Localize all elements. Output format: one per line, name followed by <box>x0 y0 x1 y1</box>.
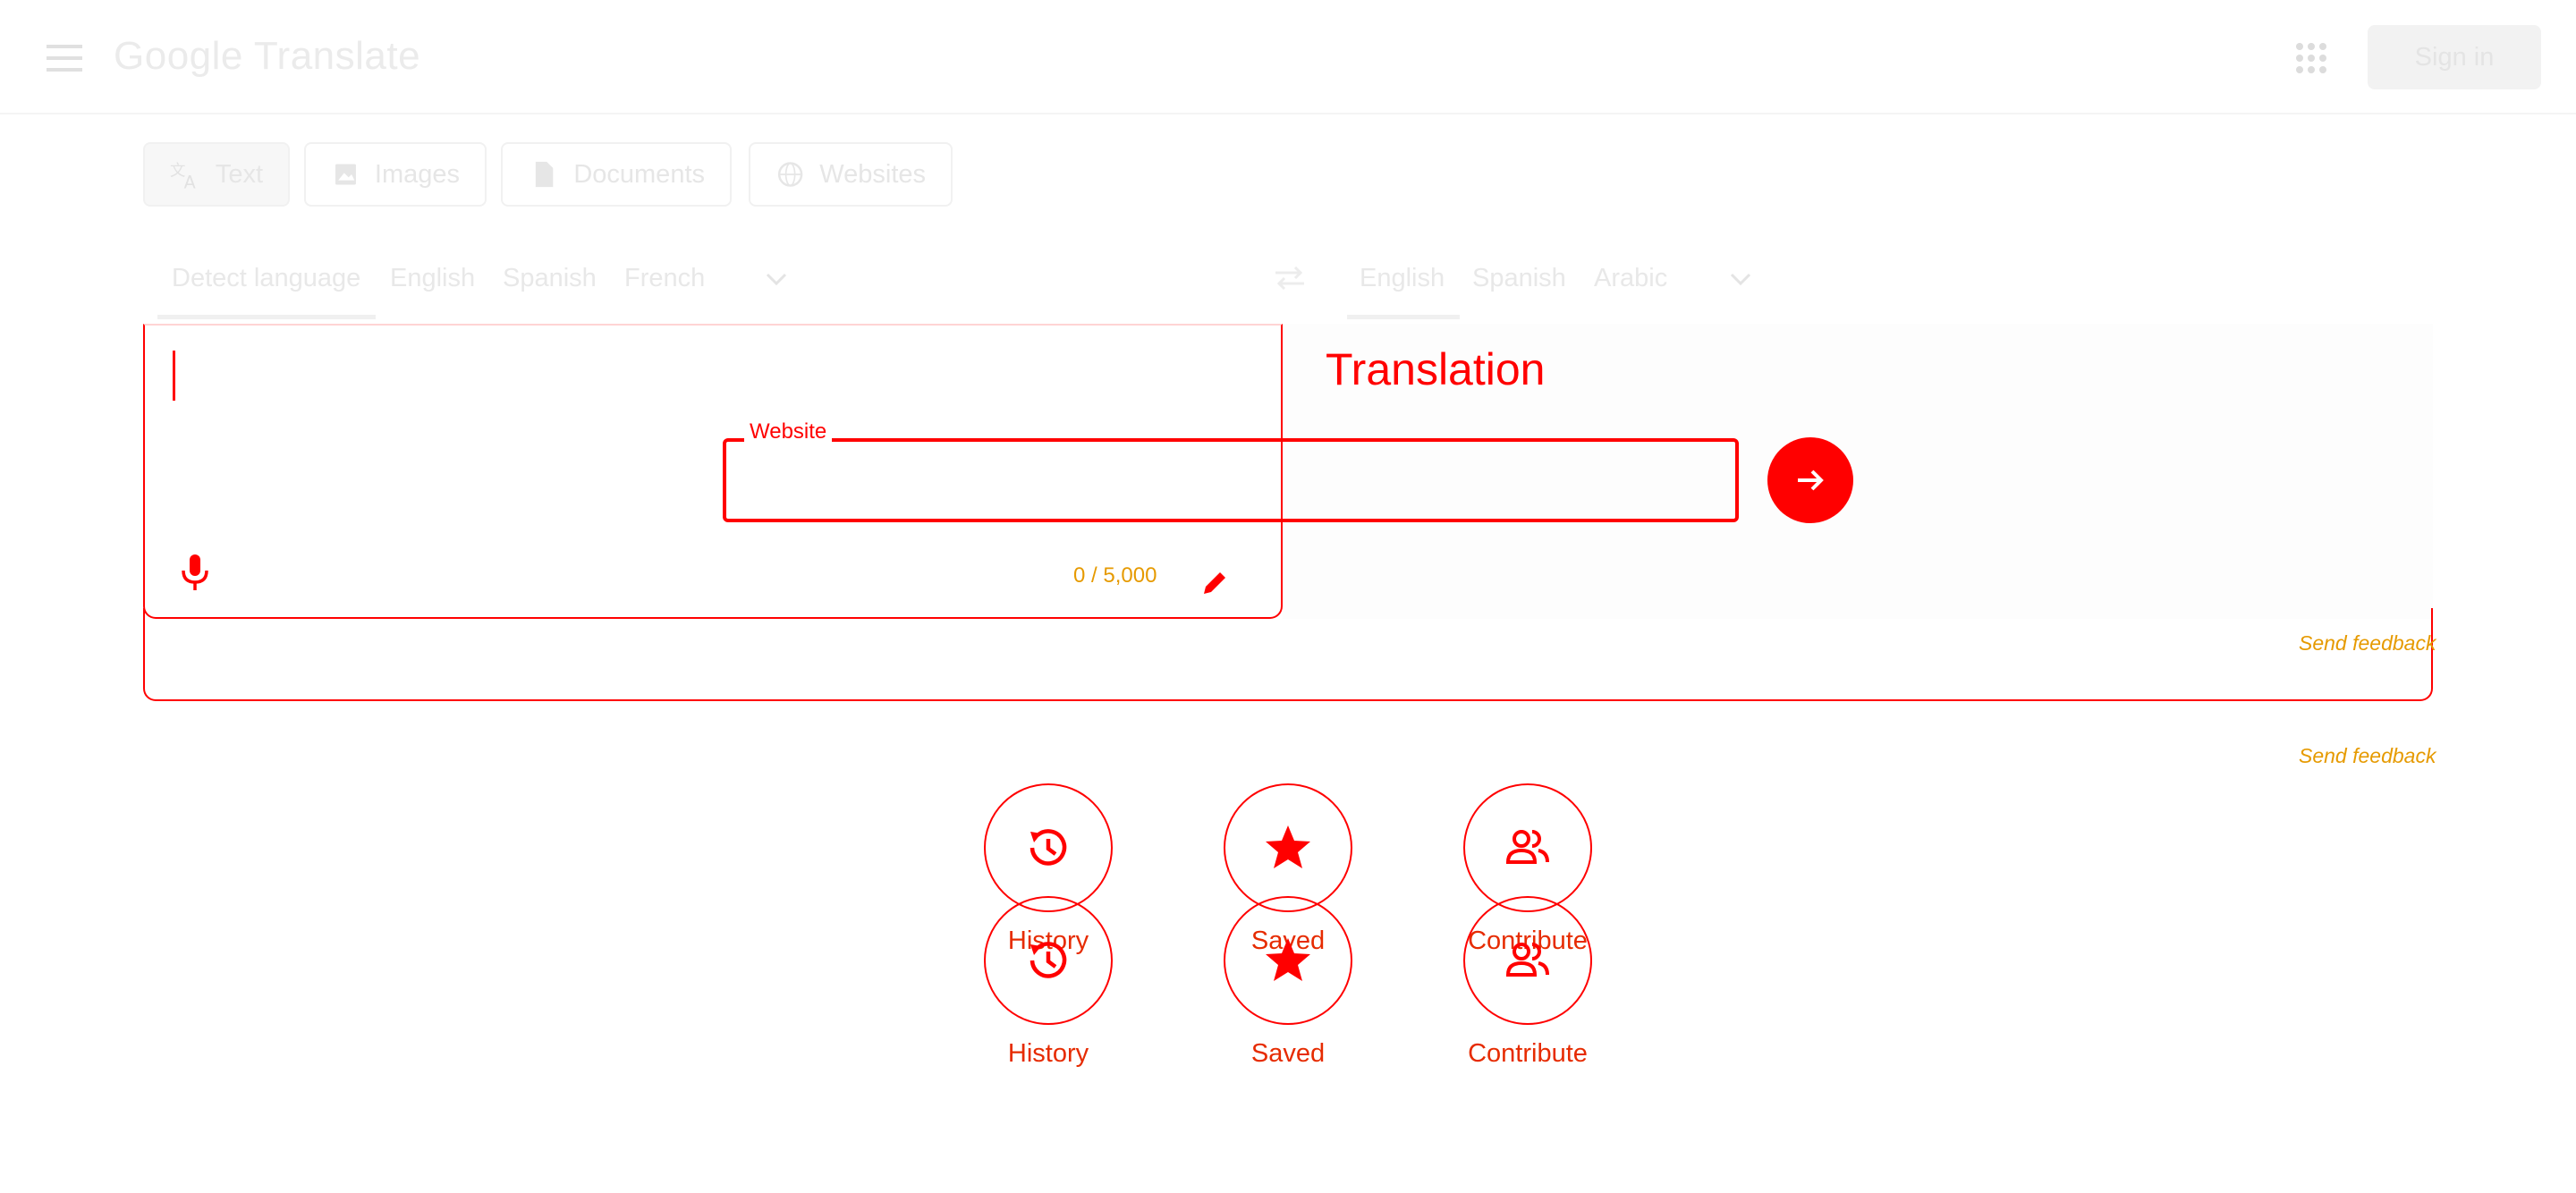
arrow-right-icon <box>1798 470 1824 491</box>
translate-website-button[interactable] <box>1767 437 1853 523</box>
translation-area-outline <box>143 608 2433 701</box>
source-lang-spanish[interactable]: Spanish <box>503 264 597 293</box>
star-icon <box>1266 938 1310 981</box>
target-lang-spanish[interactable]: Spanish <box>1472 264 1566 293</box>
microphone-icon[interactable] <box>177 553 213 592</box>
app-logo[interactable]: Google Translate <box>114 34 420 79</box>
saved-label-secondary: Saved <box>1250 1039 1326 1068</box>
people-icon <box>1505 943 1549 977</box>
contribute-label-secondary: Contribute <box>1468 1039 1588 1068</box>
history-label-secondary: History <box>1007 1039 1089 1068</box>
translation-placeholder: Translation <box>1326 344 1546 394</box>
translate-icon: 文 A <box>170 163 196 192</box>
tab-text-label: Text <box>215 159 263 189</box>
tab-text[interactable]: 文 A Text <box>143 142 290 207</box>
saved-button[interactable] <box>1224 783 1352 912</box>
image-icon <box>335 164 356 185</box>
sign-in-button[interactable]: Sign in <box>2368 25 2541 89</box>
tab-images-label: Images <box>374 159 460 189</box>
tab-documents[interactable]: Documents <box>501 142 732 207</box>
people-icon <box>1505 830 1549 864</box>
pen-icon[interactable] <box>1199 567 1231 599</box>
history-button-secondary[interactable] <box>984 896 1113 1025</box>
target-lang-english[interactable]: English <box>1360 264 1445 293</box>
target-lang-arabic[interactable]: Arabic <box>1594 264 1667 293</box>
tab-documents-label: Documents <box>573 159 705 189</box>
saved-button-secondary[interactable] <box>1224 896 1352 1025</box>
contribute-button[interactable] <box>1463 783 1592 912</box>
target-lang-active-underline <box>1347 315 1460 319</box>
source-lang-english[interactable]: English <box>390 264 475 293</box>
top-bar: Google Translate Sign in <box>0 0 2576 114</box>
website-field-label: Website <box>744 419 833 444</box>
hamburger-menu-icon[interactable] <box>47 45 82 72</box>
swap-languages-icon[interactable] <box>1274 265 1306 292</box>
send-feedback-link-secondary[interactable]: Send feedback <box>2299 744 2436 768</box>
svg-text:A: A <box>184 173 196 192</box>
source-lang-active-underline <box>157 315 376 319</box>
source-lang-detect[interactable]: Detect language <box>172 264 360 293</box>
target-more-languages-chevron-icon[interactable] <box>1726 265 1755 293</box>
apps-grid-icon[interactable] <box>2295 42 2327 74</box>
globe-icon <box>777 162 803 187</box>
contribute-button-secondary[interactable] <box>1463 896 1592 1025</box>
send-feedback-link[interactable]: Send feedback <box>2299 631 2436 656</box>
svg-text:文: 文 <box>170 163 185 181</box>
tab-websites-label: Websites <box>819 159 926 189</box>
tab-websites[interactable]: Websites <box>749 142 953 207</box>
document-icon <box>535 161 554 188</box>
text-cursor <box>173 351 175 401</box>
source-more-languages-chevron-icon[interactable] <box>762 265 791 293</box>
website-url-input[interactable] <box>723 438 1739 522</box>
source-lang-french[interactable]: French <box>624 264 705 293</box>
star-icon <box>1266 825 1310 868</box>
character-count: 0 / 5,000 <box>1073 563 1157 588</box>
tab-images[interactable]: Images <box>304 142 487 207</box>
history-button[interactable] <box>984 783 1113 912</box>
history-icon <box>1030 829 1067 866</box>
history-icon <box>1030 942 1067 978</box>
